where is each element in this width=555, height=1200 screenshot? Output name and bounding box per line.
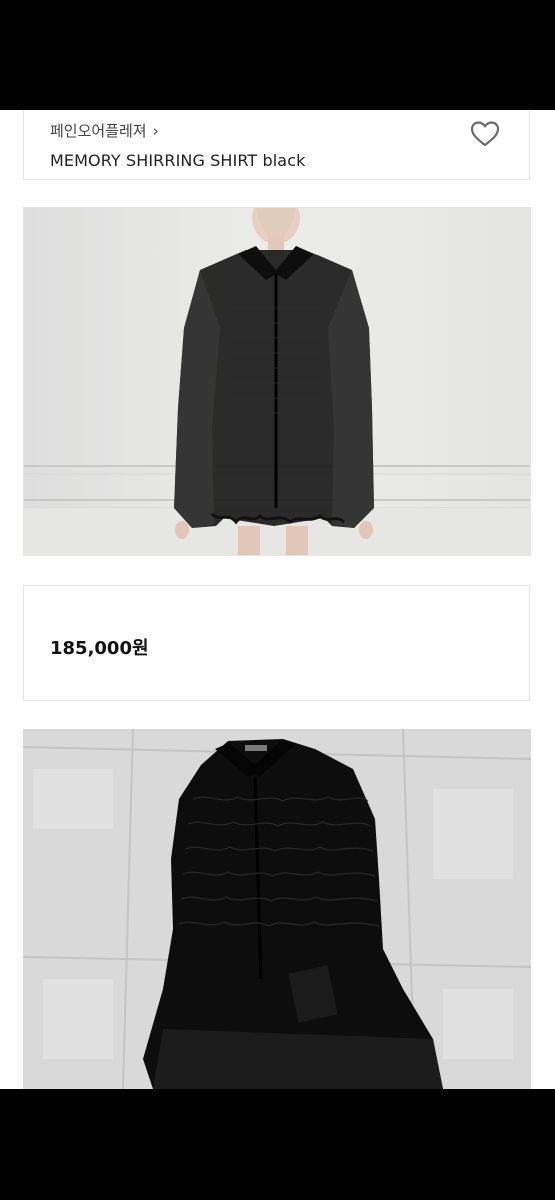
top-black-bar <box>0 0 555 110</box>
brand-name: 페인오어플레져 <box>50 122 147 140</box>
product-image-model[interactable] <box>23 207 531 556</box>
brand-link[interactable]: 페인오어플레져 › <box>50 120 159 141</box>
product-title: MEMORY SHIRRING SHIRT black <box>50 151 306 170</box>
bottom-black-bar <box>0 1089 555 1200</box>
price-card: 185,000원 <box>23 585 530 701</box>
product-image-flatlay[interactable] <box>23 729 531 1089</box>
product-header: 페인오어플레져 › MEMORY SHIRRING SHIRT black <box>23 110 530 180</box>
heart-icon[interactable] <box>467 116 503 152</box>
chevron-right-icon: › <box>152 121 159 140</box>
product-price: 185,000원 <box>50 638 149 659</box>
